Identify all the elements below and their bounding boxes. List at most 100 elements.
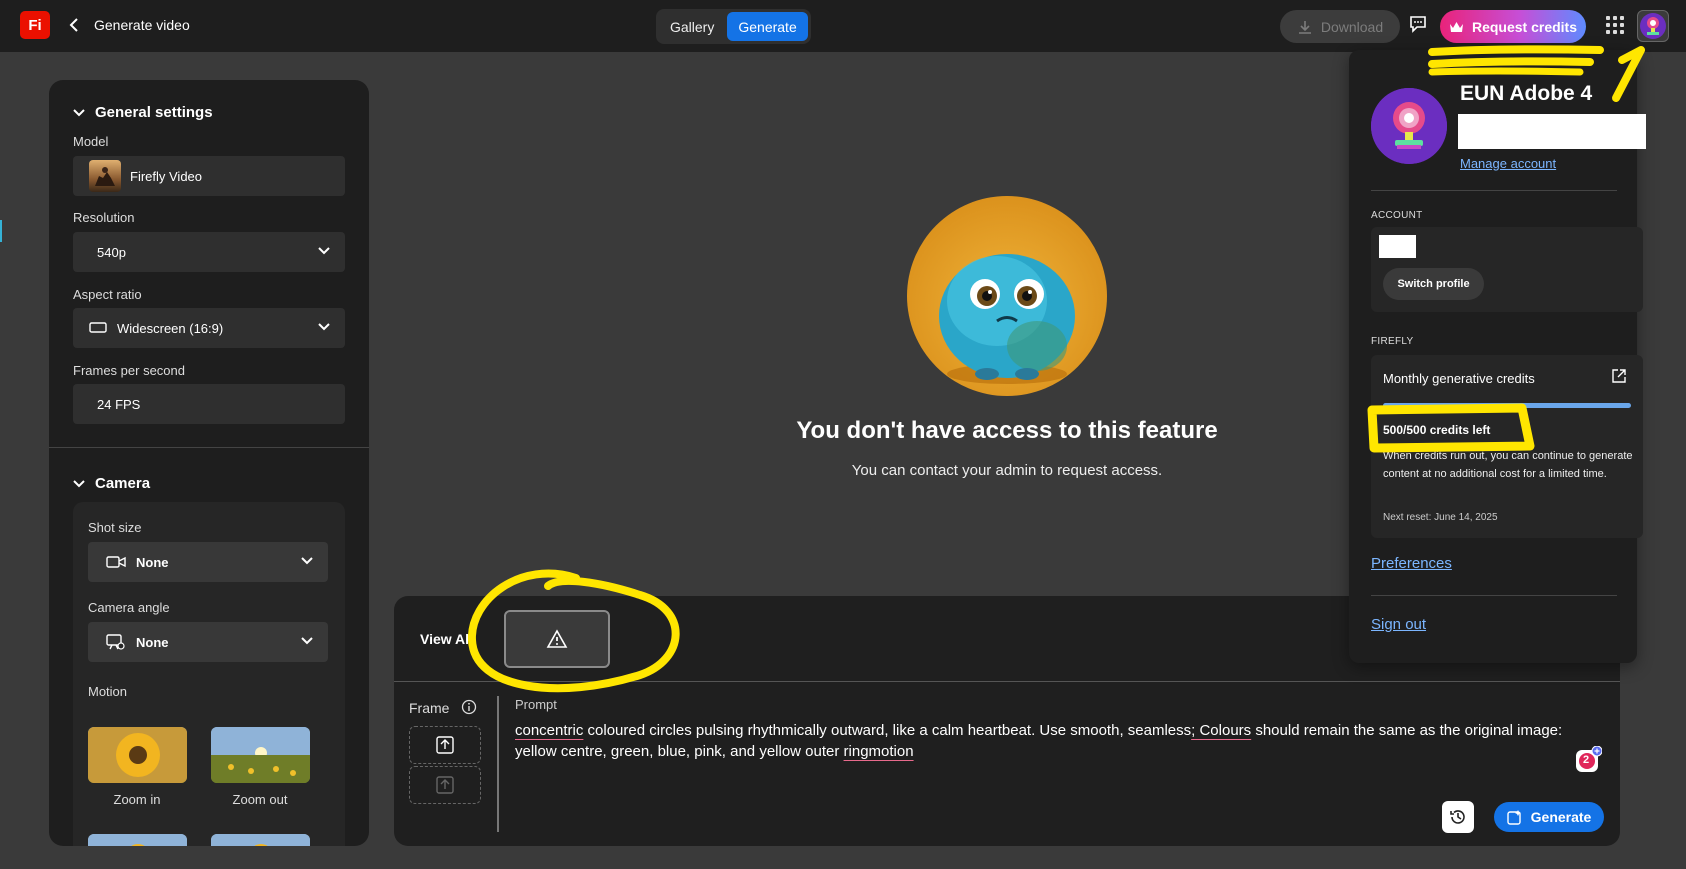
section-divider (49, 447, 369, 448)
prompt-input[interactable]: concentric coloured circles pulsing rhyt… (515, 720, 1605, 762)
request-credits-button[interactable]: Request credits (1440, 10, 1586, 43)
prompt-word: coloured circles pulsing rhythmically ou… (583, 722, 1192, 739)
end-frame-upload[interactable] (409, 766, 481, 804)
camera-angle-icon (106, 634, 125, 650)
account-avatar (1371, 88, 1447, 164)
view-switch: Gallery Generate (656, 9, 811, 44)
download-icon (1298, 20, 1311, 34)
zoom-out-thumbnail[interactable] (211, 727, 310, 783)
upload-icon (436, 776, 454, 794)
popover-divider (1371, 595, 1617, 596)
next-reset: Next reset: June 14, 2025 (1383, 512, 1498, 523)
camera-angle-select[interactable]: None (88, 622, 328, 662)
generate-icon (1506, 810, 1521, 825)
camera-header[interactable]: Camera (73, 475, 150, 492)
feedback-icon[interactable] (1408, 14, 1430, 36)
firefly-logo[interactable]: Fi (20, 11, 50, 39)
camera-angle-value: None (136, 634, 169, 650)
apps-grid-icon[interactable] (1606, 16, 1624, 34)
resolution-label: Resolution (73, 210, 135, 225)
credits-note: When credits run out, you can continue t… (1383, 450, 1633, 480)
profile-avatar-button[interactable] (1637, 10, 1669, 42)
history-button[interactable] (1442, 801, 1474, 833)
credits-title: Monthly generative credits (1383, 371, 1535, 386)
history-icon (1450, 810, 1465, 824)
settings-panel: General settings Model Firefly Video Res… (49, 80, 369, 846)
chevron-down-icon (301, 637, 313, 645)
zoom-in-thumbnail[interactable] (88, 727, 187, 783)
chevron-down-icon (318, 323, 330, 331)
badge-count: 2 (1583, 754, 1590, 766)
firefly-section-label: FIREFLY (1371, 336, 1414, 347)
page-title: Generate video (94, 17, 190, 33)
zoom-out-label: Zoom out (232, 792, 288, 807)
chevron-down-icon (73, 479, 85, 487)
fluffy-creature-illustration (907, 196, 1107, 396)
manage-account-link[interactable]: Manage account (1460, 156, 1556, 171)
chevron-down-icon (301, 557, 313, 565)
view-all-button[interactable]: View All (420, 631, 473, 647)
model-label: Model (73, 134, 109, 149)
start-frame-upload[interactable] (409, 726, 481, 764)
motion-thumbnail[interactable] (211, 834, 310, 846)
no-access-subtitle: You can contact your admin to request ac… (851, 462, 1163, 479)
download-button[interactable]: Download (1280, 10, 1400, 43)
camera-settings: Shot size None Camera angle None Motion … (73, 502, 345, 846)
prompt-word: ringmotion (843, 743, 914, 760)
account-name: EUN Adobe 4 (1460, 82, 1593, 105)
prompt-word: ; Colours (1191, 722, 1252, 739)
back-icon[interactable] (64, 14, 84, 36)
request-credits-label: Request credits (1471, 18, 1578, 35)
aspect-ratio-select[interactable]: Widescreen (16:9) (73, 308, 345, 348)
top-bar: Fi Generate video Gallery Generate Downl… (0, 0, 1686, 52)
no-access-title: You don't have access to this feature (796, 417, 1218, 444)
prompt-divider (394, 681, 1620, 682)
video-camera-icon (106, 556, 126, 568)
crown-icon (1449, 22, 1463, 32)
account-section-label: ACCOUNT (1371, 210, 1423, 221)
motion-label: Motion (88, 684, 128, 699)
switch-profile-button[interactable]: Switch profile (1383, 268, 1484, 300)
left-edge-indicator (0, 220, 2, 242)
camera-angle-label: Camera angle (88, 600, 170, 615)
fps-label: Frames per second (73, 363, 185, 378)
download-label: Download (1320, 18, 1384, 35)
general-settings-title: General settings (95, 104, 213, 121)
model-thumbnail (89, 160, 121, 192)
motion-thumbnail[interactable] (88, 834, 187, 846)
camera-title: Camera (95, 475, 151, 492)
external-link-icon[interactable] (1611, 368, 1627, 384)
model-select[interactable]: Firefly Video (73, 156, 345, 196)
sign-out-link[interactable]: Sign out (1371, 616, 1426, 633)
prompt-label: Prompt (515, 697, 557, 712)
chevron-down-icon (318, 247, 330, 255)
model-value: Firefly Video (130, 168, 203, 184)
upload-icon (436, 736, 454, 754)
warning-thumbnail[interactable] (504, 610, 610, 668)
fps-field[interactable]: 24 FPS (73, 384, 345, 424)
zoom-in-label: Zoom in (113, 792, 161, 807)
redacted-email (1458, 114, 1646, 149)
shot-size-value: None (136, 554, 169, 570)
frame-label: Frame (409, 700, 450, 716)
tab-gallery[interactable]: Gallery (659, 12, 725, 41)
resolution-select[interactable]: 540p (73, 232, 345, 272)
info-icon[interactable] (461, 699, 477, 715)
redacted-account (1379, 235, 1416, 258)
shot-size-label: Shot size (88, 520, 142, 535)
prompt-word: concentric (515, 722, 584, 739)
account-card: Switch profile (1371, 227, 1643, 312)
widescreen-icon (89, 322, 107, 333)
grammar-badge[interactable]: 2 (1574, 745, 1603, 774)
generate-label: Generate (1530, 809, 1592, 825)
warning-icon (546, 629, 568, 648)
general-settings-header[interactable]: General settings (73, 104, 213, 121)
fps-value: 24 FPS (97, 396, 141, 412)
credits-card: Monthly generative credits 500/500 credi… (1371, 355, 1643, 538)
chevron-down-icon (73, 108, 85, 116)
preferences-link[interactable]: Preferences (1371, 555, 1452, 572)
generate-button[interactable]: Generate (1494, 802, 1604, 832)
shot-size-select[interactable]: None (88, 542, 328, 582)
tab-generate[interactable]: Generate (727, 12, 808, 41)
popover-divider (1371, 190, 1617, 191)
